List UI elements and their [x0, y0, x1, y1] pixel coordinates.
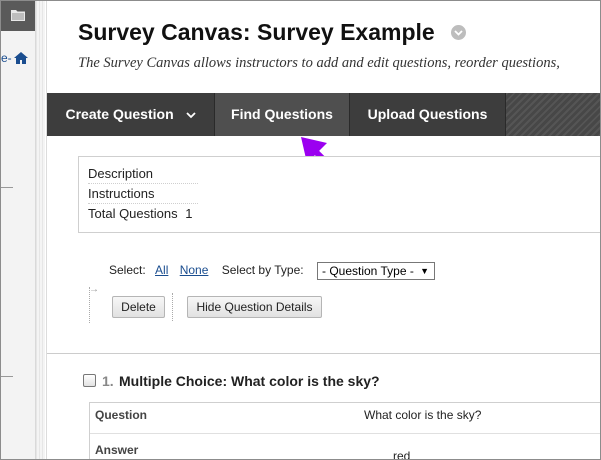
selection-controls: Select: All None Select by Type: [109, 263, 304, 277]
question-text: What color is the sky? [364, 408, 482, 422]
folder-icon [11, 10, 25, 21]
find-questions-button[interactable]: Find Questions [215, 93, 349, 136]
chevron-down-circle-icon[interactable] [451, 25, 466, 40]
action-bar: Create Question Find Questions Upload Qu… [47, 93, 600, 136]
window-frame: e- Survey Canvas: Survey Example The Sur… [0, 0, 601, 460]
select-label: Select: [109, 263, 146, 277]
question-label: Question [95, 408, 148, 422]
total-questions-label: Total Questions [88, 206, 178, 221]
page-description: The Survey Canvas allows instructors to … [78, 55, 560, 71]
total-questions-row: Total Questions 1 [88, 206, 198, 223]
panel-splitter[interactable] [36, 1, 45, 459]
course-menu-strip: e- [1, 1, 36, 459]
total-questions-value: 1 [185, 206, 193, 221]
main-content: Survey Canvas: Survey Example The Survey… [46, 1, 600, 460]
chevron-down-icon [185, 112, 196, 119]
answer-label: Answer [95, 443, 139, 457]
menu-divider [1, 376, 13, 377]
toolbar-filler [506, 93, 600, 136]
upload-questions-button[interactable]: Upload Questions [350, 93, 505, 136]
connector-arrow-icon: → [89, 284, 99, 295]
survey-summary: Description Instructions Total Questions… [78, 156, 600, 233]
select-by-type-label: Select by Type: [221, 263, 304, 277]
delete-button[interactable]: Delete [112, 296, 165, 318]
create-question-button[interactable]: Create Question [47, 93, 214, 136]
question-checkbox[interactable] [83, 374, 96, 387]
question-type-select[interactable]: - Question Type - ▼ [317, 262, 435, 280]
page-title: Survey Canvas: Survey Example [78, 19, 435, 45]
create-question-label: Create Question [65, 106, 174, 122]
description-label: Description [88, 166, 198, 184]
select-none-link[interactable]: None [180, 263, 209, 277]
question-number: 1. [102, 373, 114, 389]
menu-divider [1, 187, 13, 188]
question-type-value: - Question Type - [322, 264, 414, 278]
table-row-divider [90, 433, 600, 434]
button-divider [172, 293, 174, 321]
question-title: Multiple Choice: What color is the sky? [119, 373, 380, 389]
answer-text: red [393, 449, 411, 460]
folder-toggle[interactable] [1, 1, 35, 31]
dropdown-arrow-icon: ▼ [420, 266, 429, 276]
home-icon[interactable] [14, 52, 28, 64]
hide-question-details-button[interactable]: Hide Question Details [187, 296, 322, 318]
section-divider [47, 353, 600, 354]
instructions-label: Instructions [88, 186, 198, 204]
question-details-table: Question What color is the sky? Answer r… [89, 402, 600, 460]
select-all-link[interactable]: All [155, 263, 168, 277]
nav-cut-label[interactable]: e- [1, 51, 12, 65]
